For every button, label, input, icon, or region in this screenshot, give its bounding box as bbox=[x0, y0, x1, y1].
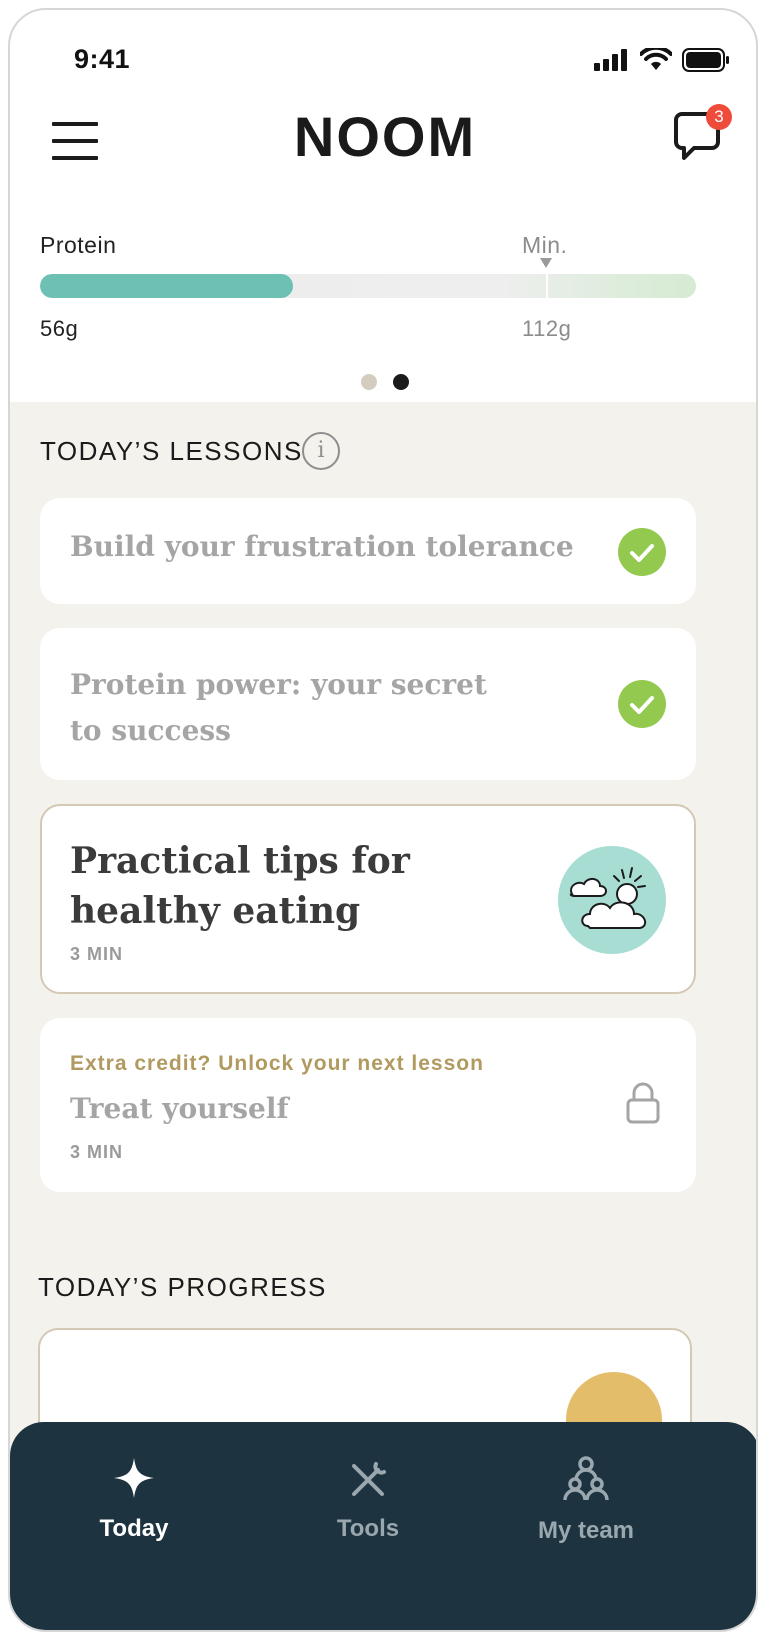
lesson-title: Treat yourself bbox=[70, 1092, 289, 1125]
nav-tab-today[interactable]: Today bbox=[34, 1456, 234, 1543]
phone-screen: 9:41 NOOM 3 Protein Min. 56g 112g TODAY’… bbox=[8, 8, 758, 1632]
info-icon[interactable]: i bbox=[302, 432, 340, 470]
sun-clouds-icon bbox=[558, 846, 666, 954]
protein-progress-track bbox=[40, 274, 696, 298]
progress-section-title: TODAY’S PROGRESS bbox=[38, 1272, 327, 1302]
lesson-title: Build your frustration tolerance bbox=[70, 530, 574, 563]
carousel-dot[interactable] bbox=[361, 374, 377, 390]
min-marker-caret bbox=[540, 258, 552, 268]
unread-badge: 3 bbox=[706, 104, 732, 130]
status-icons bbox=[594, 48, 730, 72]
lesson-duration: 3 MIN bbox=[70, 1142, 124, 1162]
checkmark-icon bbox=[618, 680, 666, 728]
lesson-duration: 3 MIN bbox=[70, 944, 124, 964]
team-icon bbox=[563, 1456, 609, 1501]
min-label: Min. bbox=[522, 232, 568, 258]
min-marker-tick bbox=[546, 274, 549, 298]
checkmark-icon bbox=[618, 528, 666, 576]
nav-label: My team bbox=[537, 1517, 635, 1544]
carousel-dot-active[interactable] bbox=[393, 374, 409, 390]
status-time: 9:41 bbox=[74, 44, 131, 74]
lessons-section-title: TODAY’S LESSONS bbox=[40, 436, 303, 466]
protein-progress-fill bbox=[40, 274, 293, 298]
lesson-card-completed[interactable]: Build your frustration tolerance bbox=[40, 498, 696, 604]
protein-label: Protein bbox=[40, 232, 117, 258]
nav-label: Today bbox=[99, 1515, 169, 1542]
nav-label: Tools bbox=[336, 1515, 400, 1542]
sparkle-icon bbox=[114, 1458, 154, 1498]
battery-icon bbox=[682, 48, 729, 72]
protein-current-value: 56g bbox=[40, 316, 79, 341]
app-logo: NOOM bbox=[293, 105, 477, 168]
lesson-card-current[interactable]: Practical tips for healthy eating 3 MIN bbox=[40, 804, 696, 994]
chat-button[interactable]: 3 bbox=[674, 104, 732, 168]
lock-icon bbox=[626, 1082, 660, 1124]
nav-tab-my-team[interactable]: My team bbox=[486, 1454, 686, 1545]
lesson-card-locked[interactable]: Extra credit? Unlock your next lesson Tr… bbox=[40, 1018, 696, 1192]
lesson-title: Practical tips for healthy eating bbox=[70, 840, 410, 932]
carousel-dots[interactable] bbox=[10, 374, 756, 390]
wifi-icon bbox=[640, 48, 672, 70]
bottom-navigation: Today Tools My team bbox=[10, 1422, 756, 1630]
tools-icon bbox=[352, 1462, 386, 1496]
nav-tab-tools[interactable]: Tools bbox=[268, 1460, 468, 1543]
protein-min-value: 112g bbox=[522, 316, 572, 341]
lesson-card-completed[interactable]: Protein power: your secret to success bbox=[40, 628, 696, 780]
lesson-title: Protein power: your secret to success bbox=[70, 668, 487, 747]
signal-icon bbox=[594, 49, 627, 71]
extra-credit-prompt: Extra credit? Unlock your next lesson bbox=[70, 1052, 484, 1075]
